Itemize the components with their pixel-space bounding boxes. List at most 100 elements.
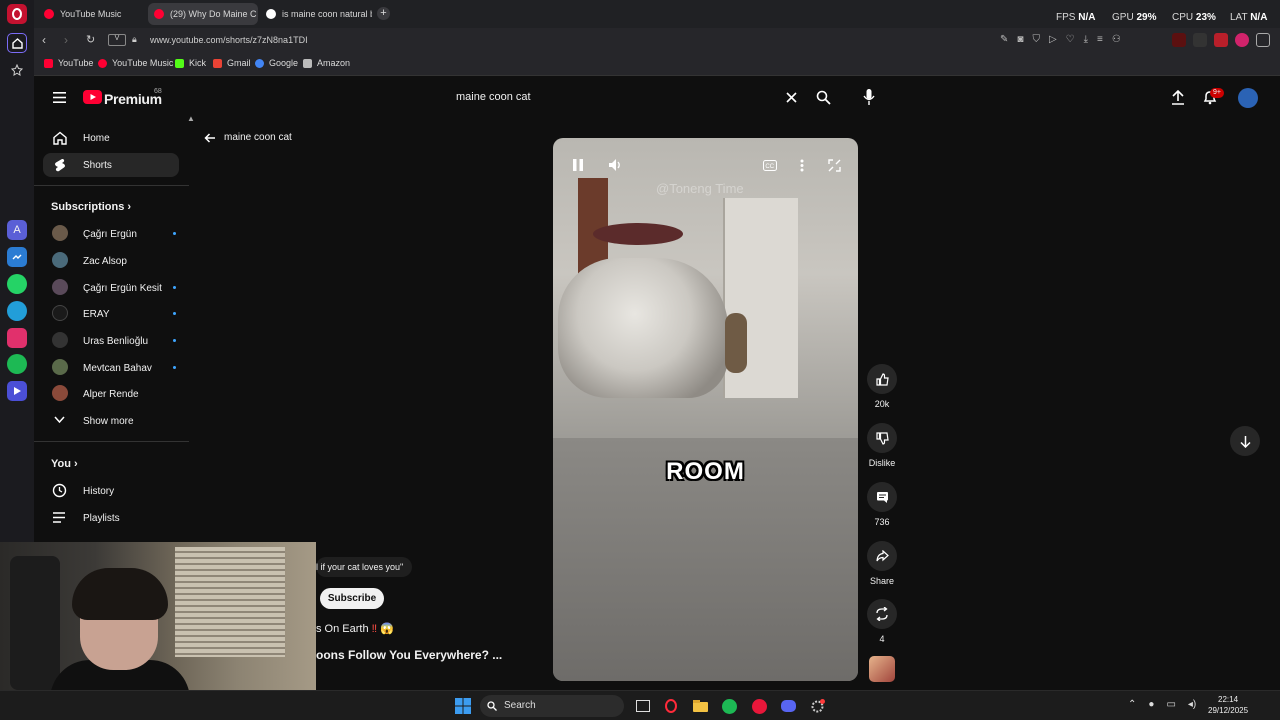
upload-icon[interactable] — [1171, 90, 1185, 105]
subscription-item[interactable]: Alper Rende — [43, 384, 179, 404]
youtube-logo-icon[interactable] — [83, 90, 102, 104]
instagram-icon[interactable] — [7, 328, 27, 348]
camera-icon[interactable]: ◙ — [1017, 34, 1023, 45]
streamer-hair — [72, 568, 168, 620]
star-workspace-icon[interactable] — [7, 60, 27, 80]
show-more-button[interactable]: Show more — [43, 411, 179, 431]
extensions-bar — [1172, 33, 1270, 47]
vpn-badge-icon[interactable]: V — [108, 34, 126, 46]
subscribe-button[interactable]: Subscribe — [320, 588, 384, 609]
fullscreen-button[interactable] — [825, 156, 843, 174]
sidebar-item-history[interactable]: History — [43, 481, 179, 501]
play-icon[interactable]: ▷ — [1049, 34, 1057, 45]
opera-gx-taskbar-icon[interactable] — [662, 697, 680, 715]
telegram-icon[interactable] — [7, 301, 27, 321]
reload-icon[interactable]: ↻ — [86, 33, 95, 46]
extension-icon[interactable] — [1214, 33, 1228, 47]
avatar — [52, 305, 68, 321]
download-icon[interactable]: ⤓ — [1084, 34, 1088, 45]
discord-taskbar-icon[interactable] — [779, 697, 797, 715]
whatsapp-icon[interactable] — [7, 274, 27, 294]
bookmark-gmail[interactable]: Gmail — [213, 58, 251, 68]
task-view-icon[interactable] — [634, 697, 652, 715]
subscription-item[interactable]: Çağrı Ergün — [43, 224, 179, 244]
profile-icon[interactable]: ⚇ — [1112, 34, 1121, 45]
subscription-item[interactable]: Zac Alsop — [43, 251, 179, 271]
notification-count-badge: 9+ — [1210, 88, 1224, 98]
extension-icon[interactable] — [1193, 33, 1207, 47]
comment-pill[interactable]: l if your cat loves you" — [316, 557, 412, 577]
dislike-button[interactable]: Dislike — [866, 423, 898, 468]
opera-logo-icon[interactable] — [7, 4, 27, 24]
messenger-icon[interactable] — [7, 247, 27, 267]
share-button[interactable]: Share — [866, 541, 898, 586]
sidebar-item-shorts[interactable]: Shorts — [43, 153, 179, 177]
collapse-caret-icon[interactable]: ▲ — [187, 114, 195, 123]
subscriptions-heading[interactable]: Subscriptions › — [51, 201, 131, 213]
network-icon[interactable]: ▭ — [1166, 699, 1175, 710]
microphone-icon[interactable] — [863, 89, 875, 106]
account-avatar[interactable] — [1238, 88, 1258, 108]
bookmark-youtube[interactable]: YouTube — [44, 58, 93, 68]
clock[interactable]: 22:14 29/12/2025 — [1208, 694, 1248, 716]
short-video-player[interactable]: @Toneng Time CC ROOM — [553, 138, 858, 681]
settings-taskbar-icon[interactable] — [808, 697, 826, 715]
spotify-taskbar-icon[interactable] — [720, 697, 738, 715]
shield-icon[interactable]: ⛉ — [1032, 34, 1040, 45]
new-tab-button[interactable]: + — [377, 7, 390, 20]
sidebar-item-home[interactable]: Home — [43, 126, 179, 150]
tab-google-search[interactable]: is maine coon natural bre — [260, 3, 372, 25]
taskbar-search[interactable]: Search — [480, 695, 624, 717]
new-content-dot — [173, 232, 176, 235]
speaker-icon[interactable]: ◂) — [1188, 699, 1196, 710]
you-heading[interactable]: You › — [51, 458, 78, 470]
pause-button[interactable] — [569, 156, 587, 174]
subscription-item[interactable]: Çağrı Ergün Kesit — [43, 278, 179, 298]
volume-button[interactable] — [606, 156, 624, 174]
file-explorer-icon[interactable] — [691, 697, 709, 715]
extension-icon[interactable] — [1172, 33, 1186, 47]
forward-arrow-icon[interactable]: › — [64, 33, 68, 47]
hamburger-menu-icon[interactable] — [53, 92, 66, 103]
subscription-item[interactable]: Uras Benlioğlu — [43, 331, 179, 351]
search-icon[interactable] — [816, 90, 831, 105]
player-icon[interactable] — [7, 381, 27, 401]
edit-icon[interactable]: ✎ — [1000, 34, 1008, 45]
search-box[interactable]: maine coon cat — [446, 86, 806, 110]
heart-icon[interactable]: ♡ — [1066, 34, 1075, 45]
aria-icon[interactable]: A — [7, 220, 27, 240]
start-button[interactable] — [454, 697, 472, 715]
comments-button[interactable]: 736 — [866, 482, 898, 527]
sidebar-item-playlists[interactable]: Playlists — [43, 508, 179, 528]
subscription-item[interactable]: ERAY — [43, 304, 179, 324]
extension-icon[interactable] — [1235, 33, 1249, 47]
back-arrow-icon[interactable]: ‹ — [42, 33, 46, 47]
sound-thumbnail[interactable] — [869, 656, 895, 682]
spotify-icon[interactable] — [7, 354, 27, 374]
extensions-puzzle-icon[interactable] — [1256, 33, 1270, 47]
bookmark-google[interactable]: Google — [255, 58, 298, 68]
url-field[interactable]: www.youtube.com/shorts/z7zN8na1TDI — [150, 35, 308, 45]
subscription-item[interactable]: Mevtcan Bahav — [43, 358, 179, 378]
bookmark-amazon[interactable]: Amazon — [303, 58, 350, 68]
next-video-button[interactable] — [1230, 426, 1260, 456]
bookmark-kick[interactable]: Kick — [175, 58, 206, 68]
opera-taskbar-icon[interactable] — [750, 697, 768, 715]
search-back-link[interactable]: maine coon cat — [204, 132, 292, 143]
home-workspace-icon[interactable] — [7, 33, 27, 53]
like-button[interactable]: 20k — [866, 364, 898, 409]
captions-button[interactable]: CC — [761, 156, 779, 174]
more-options-button[interactable] — [793, 156, 811, 174]
tab-active-short[interactable]: (29) Why Do Maine C — [148, 3, 258, 25]
clear-search-icon[interactable] — [786, 92, 797, 103]
microphone-tray-icon[interactable]: ● — [1148, 699, 1154, 710]
bookmark-youtube-music[interactable]: YouTube Music — [98, 58, 173, 68]
tab-youtube-music[interactable]: YouTube Music — [38, 3, 146, 25]
short-title[interactable]: oons Follow You Everywhere? ... — [316, 648, 502, 662]
new-content-dot — [173, 286, 176, 289]
menu-icon[interactable]: ≡ — [1097, 34, 1103, 45]
chevron-up-icon[interactable]: ⌃ — [1128, 699, 1136, 710]
channel-name[interactable]: s On Earth ‼ 😱 — [316, 622, 394, 635]
search-input[interactable]: maine coon cat — [456, 91, 531, 103]
remix-button[interactable]: 4 — [866, 599, 898, 644]
